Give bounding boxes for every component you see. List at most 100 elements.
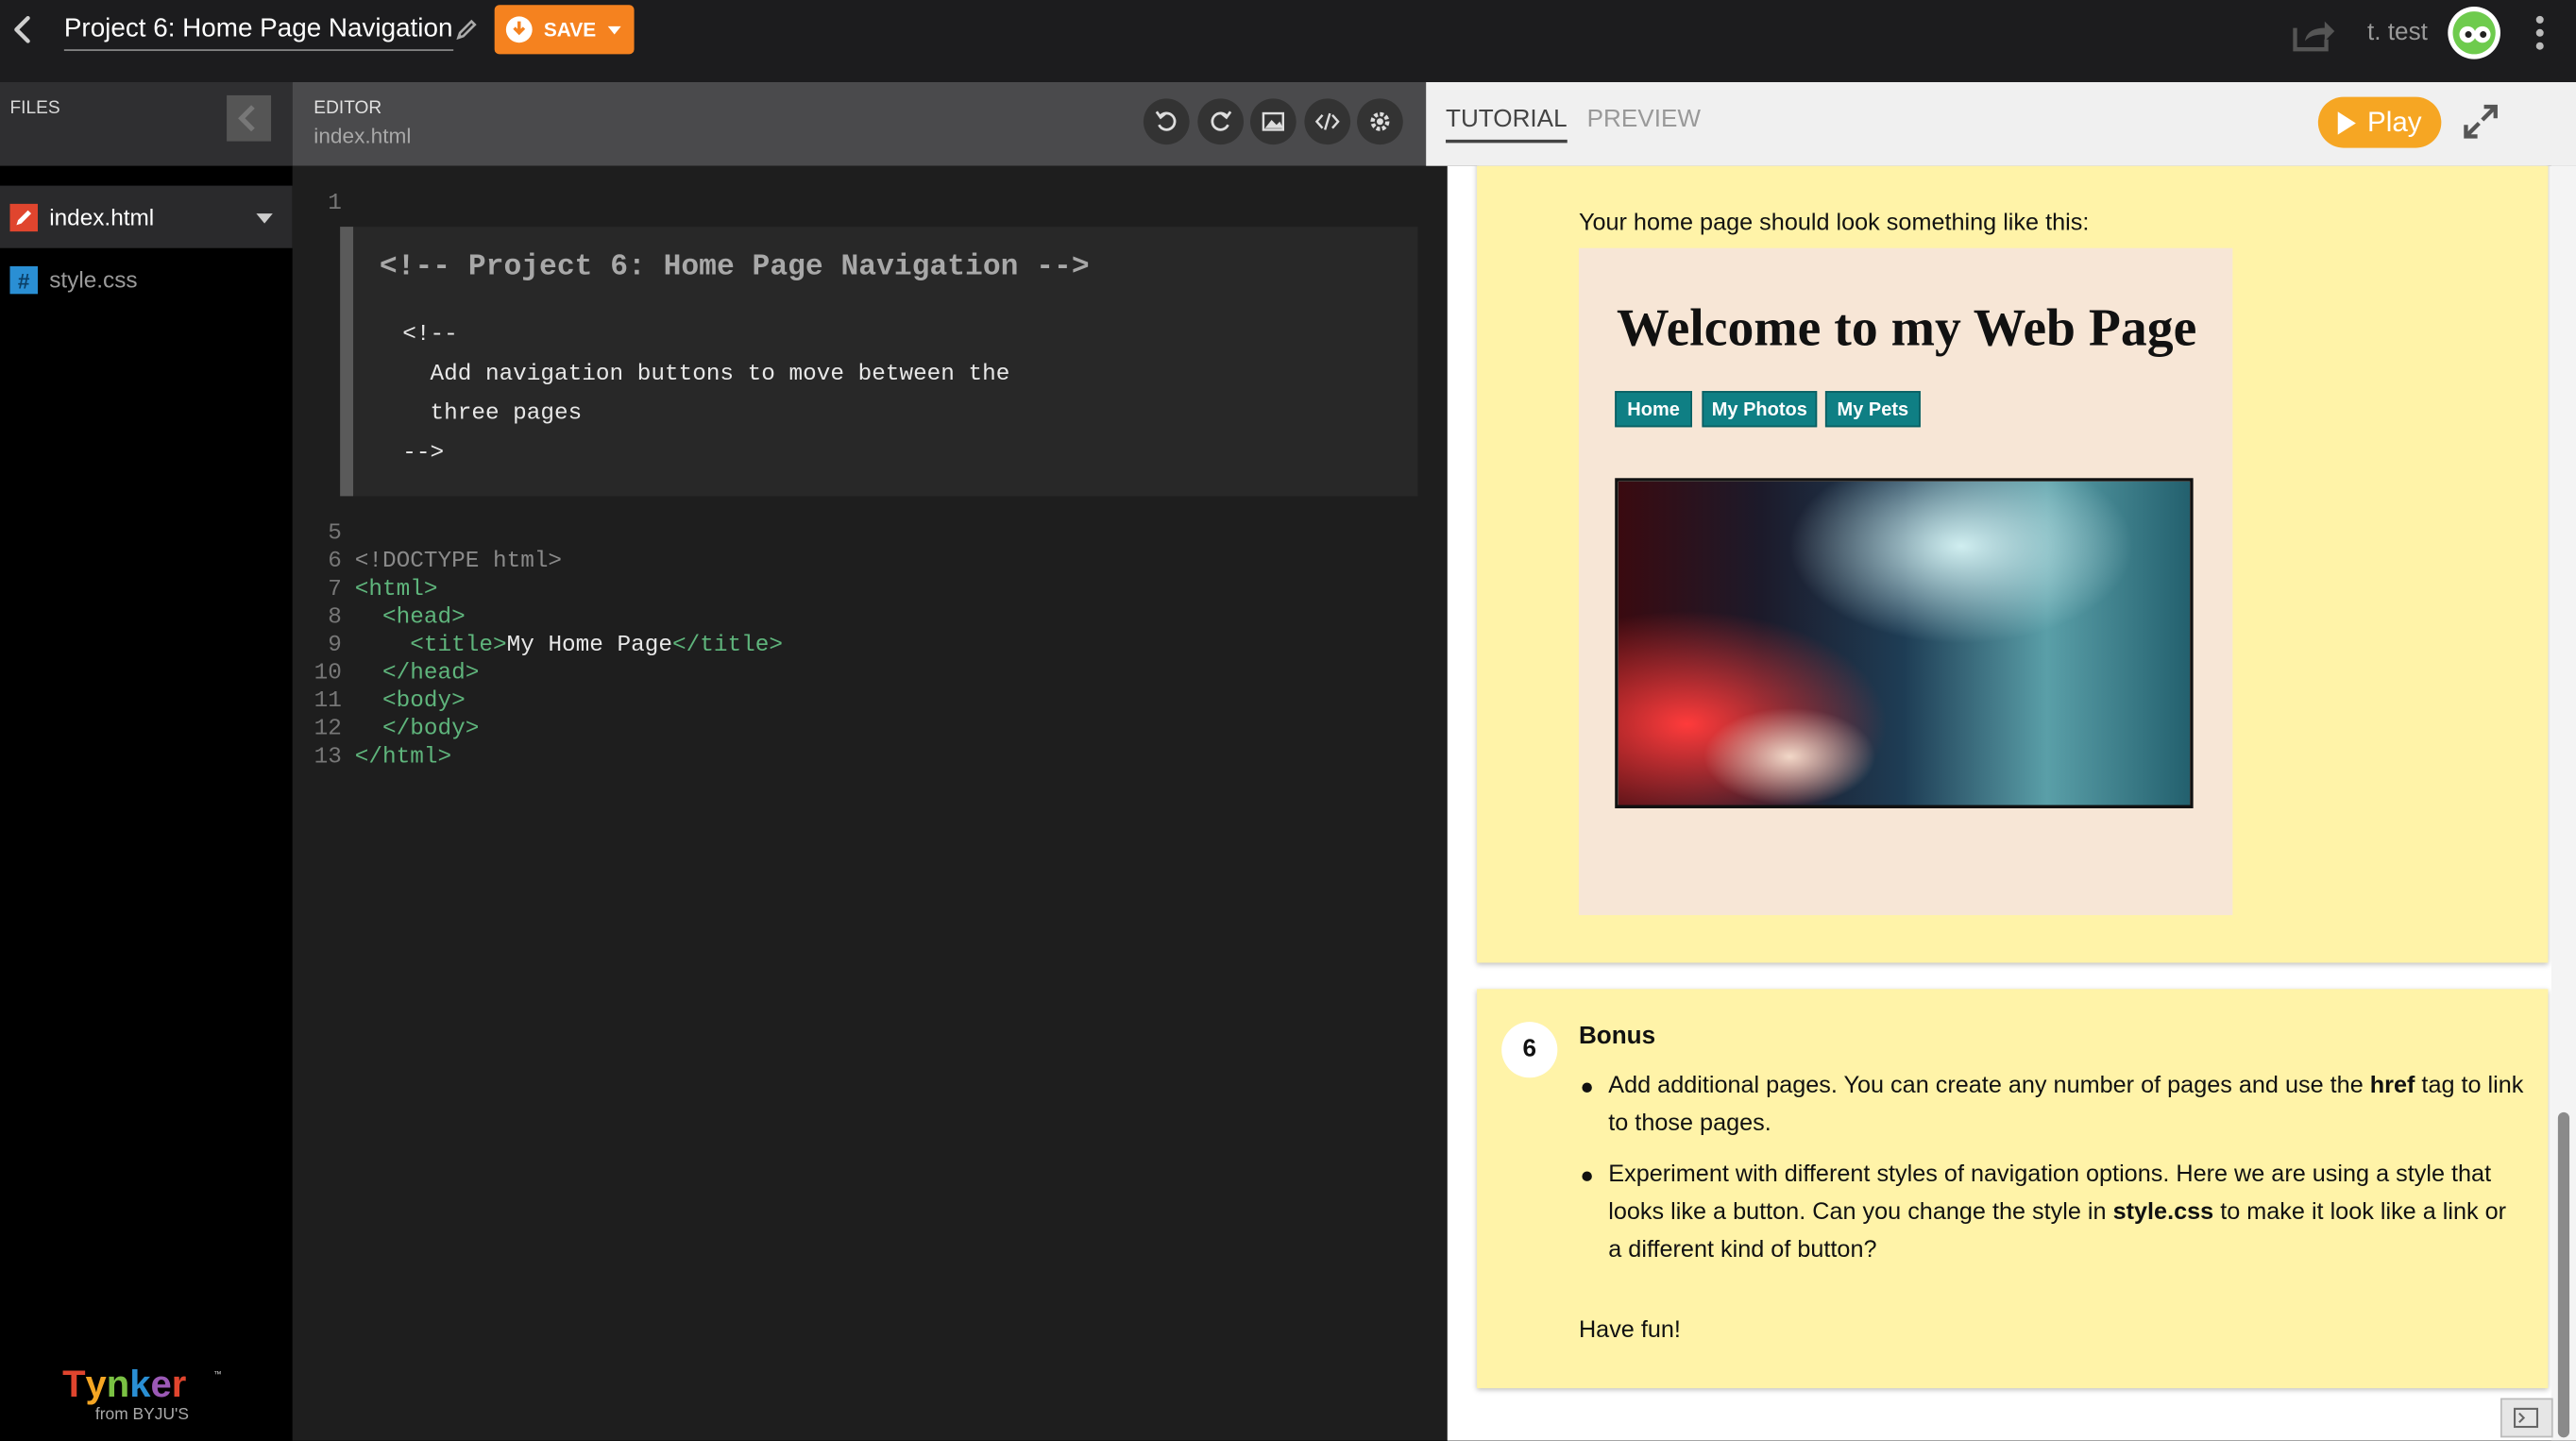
bullet-text: Add additional pages. You can create any… [1608,1073,2370,1099]
pencil-icon[interactable] [453,16,480,42]
chevron-down-icon[interactable] [256,213,273,224]
line-number: 7 [328,576,342,603]
expand-icon[interactable] [2463,104,2499,140]
play-button[interactable]: Play [2317,96,2442,148]
line-number: 10 [314,660,342,687]
svg-text:#: # [18,269,30,293]
back-arrow-icon[interactable] [7,13,40,46]
top-bar: Project 6: Home Page Navigation SAVE t. … [0,0,2576,82]
undo-button[interactable] [1143,98,1190,145]
code-view-button[interactable] [1304,98,1351,145]
save-label: SAVE [543,18,597,42]
sample-page-image: Welcome to my Web Page Home My Photos My… [1578,247,2233,916]
sample-photo [1615,478,2194,808]
file-item-style-css[interactable]: # style.css [0,248,293,311]
tutorial-scrollbar[interactable] [2551,165,2576,1441]
line-number: 5 [328,520,342,548]
scrollbar-thumb[interactable] [2557,1111,2570,1438]
redo-icon [1211,110,1232,131]
code-line: </body> [354,716,480,743]
code-line: <head> [354,604,466,632]
save-button[interactable]: SAVE [494,5,635,55]
tynker-logo: Tynker ™ from BYJU'S [62,1361,227,1434]
username[interactable]: t. test [2367,18,2428,46]
right-panel-header: TUTORIAL PREVIEW Play [1426,81,2576,166]
code-line: <title>My Home Page</title> [355,633,783,661]
more-menu-icon[interactable] [2530,13,2550,53]
code-token: <title> [354,632,507,659]
code-icon [1314,112,1340,130]
redo-button[interactable] [1197,98,1245,145]
app-root: Project 6: Home Page Navigation SAVE t. … [0,0,2576,1441]
line-number: 1 [328,190,342,217]
file-name: style.css [49,265,138,293]
comment-line: <!-- [402,322,458,348]
editor-header: EDITOR index.html [292,81,1427,166]
code-line: <html> [354,576,438,603]
closing-text: Have fun! [1578,1317,1681,1345]
code-token: My Home Page [506,632,673,659]
comment-title: <!-- Project 6: Home Page Navigation --> [379,251,1090,284]
image-icon [1262,111,1285,131]
tutorial-step-card: 6 Bonus Add additional pages. You can cr… [1477,989,2549,1389]
file-name: index.html [49,203,155,230]
comment-line: three pages [402,400,583,428]
code-line: </html> [354,744,452,771]
console-toggle-button[interactable] [2500,1398,2553,1438]
files-label: FILES [9,98,60,119]
code-line: <body> [354,687,466,715]
play-label: Play [2367,107,2422,139]
share-icon[interactable] [2290,15,2336,55]
comment-block: <!-- Project 6: Home Page Navigation -->… [340,227,1418,497]
tutorial-step-card: Your home page should look something lik… [1477,165,2549,963]
terminal-icon [2514,1407,2539,1429]
file-list: index.html # style.css Tynker ™ from BYJ… [0,165,293,1441]
css-file-icon: # [9,265,39,295]
step-text: Your home page should look something lik… [1578,210,2090,237]
code-editor[interactable]: 1 <!-- Project 6: Home Page Navigation -… [292,165,1448,1441]
code-line: </head> [354,660,480,687]
chevron-down-icon[interactable] [607,25,621,35]
svg-text:Tynker: Tynker [62,1364,186,1405]
bullet-keyword: href [2369,1073,2415,1099]
play-icon [2337,111,2356,135]
sample-nav-home: Home [1615,391,1692,428]
line-number: 8 [328,604,342,632]
line-number: 9 [328,632,342,659]
sample-nav-photos: My Photos [1702,391,1818,428]
list-item: Add additional pages. You can create any… [1582,1068,2525,1144]
avatar[interactable] [2448,6,2500,59]
insert-image-button[interactable] [1249,98,1296,145]
tutorial-panel: Your home page should look something lik… [1447,165,2576,1441]
step-title: Bonus [1578,1022,1656,1050]
bullet-keyword: style.css [2112,1199,2214,1226]
chevron-left-icon [238,105,255,132]
comment-line: --> [402,440,445,467]
editor-file-name: index.html [314,123,412,148]
sample-page-title: Welcome to my Web Page [1616,297,2197,357]
svg-text:™: ™ [213,1369,222,1379]
project-title[interactable]: Project 6: Home Page Navigation [63,13,453,51]
editor-label: EDITOR [314,98,382,119]
file-item-index-html[interactable]: index.html [0,185,293,248]
line-number: 11 [314,687,342,715]
code-token: </title> [672,632,783,659]
files-header: FILES [0,81,293,166]
line-number: 6 [328,549,342,575]
save-icon [505,16,533,43]
tab-preview[interactable]: PREVIEW [1587,105,1701,140]
comment-line: Add navigation buttons to move between t… [402,361,1010,388]
collapse-sidebar-button[interactable] [227,94,272,142]
line-number: 13 [314,744,342,771]
undo-icon [1155,110,1177,131]
logo-tagline: from BYJU'S [94,1406,189,1425]
sample-nav-pets: My Pets [1824,391,1921,428]
list-item: Experiment with different styles of navi… [1582,1157,2525,1270]
html-file-icon [9,203,39,232]
code-line: <!DOCTYPE html> [354,549,563,575]
tab-tutorial[interactable]: TUTORIAL [1446,105,1568,144]
gear-icon [1370,111,1390,131]
line-number: 12 [314,716,342,743]
step-number-badge: 6 [1501,1022,1558,1078]
settings-button[interactable] [1357,98,1403,145]
